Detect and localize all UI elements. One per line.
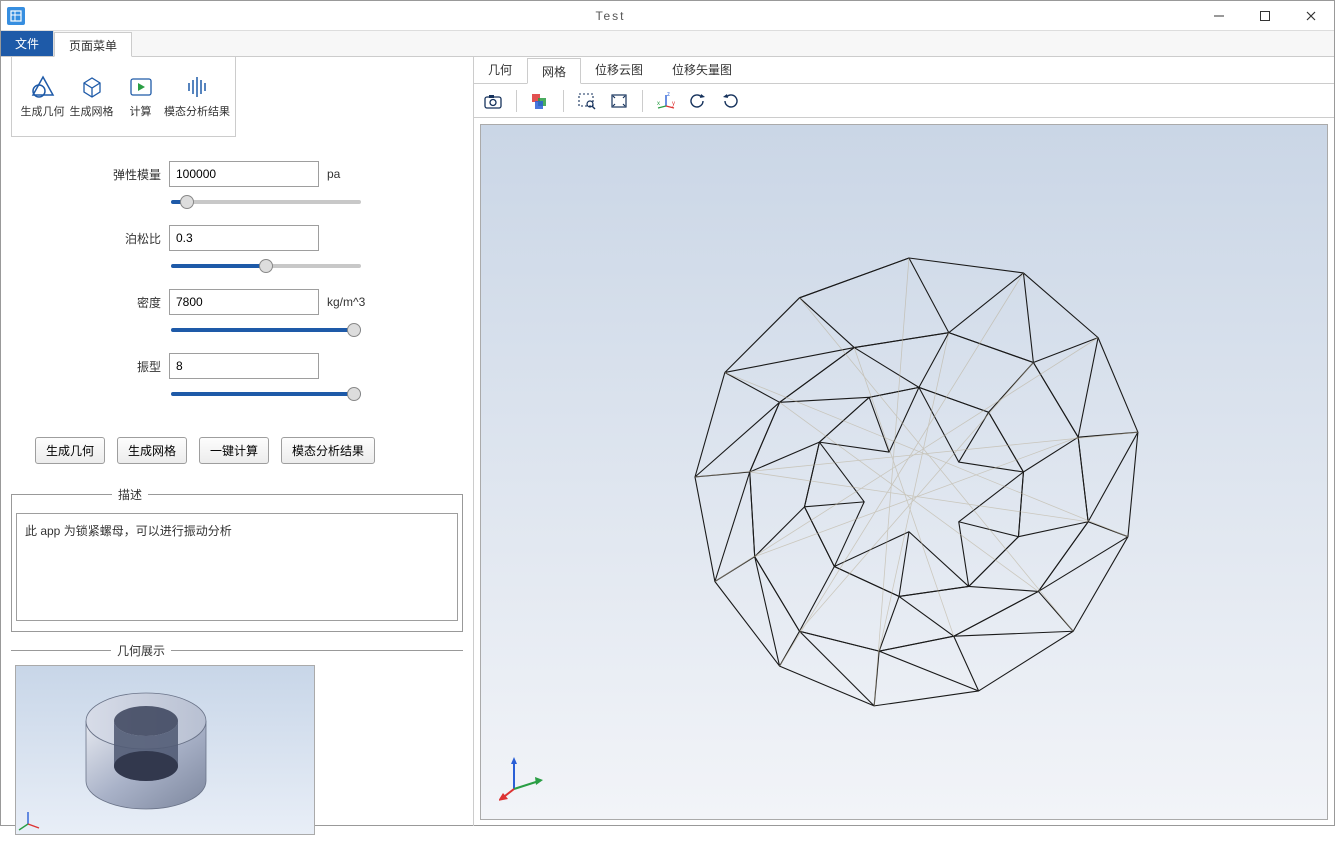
geom-icon (29, 75, 57, 99)
unit-density: kg/m^3 (327, 295, 365, 309)
view-toolbar: zy x (474, 84, 1334, 118)
param-row-density: 密度 kg/m^3 (11, 289, 463, 315)
slider-density[interactable] (171, 328, 361, 332)
slider-row-mode (11, 385, 463, 417)
minimize-button[interactable] (1196, 1, 1242, 31)
label-elastic: 弹性模量 (101, 166, 161, 183)
view-tabs: 几何 网格 位移云图 位移矢量图 (474, 57, 1334, 84)
svg-text:z: z (667, 92, 670, 98)
param-row-elastic: 弹性模量 pa (11, 161, 463, 187)
svg-text:x: x (657, 101, 660, 107)
description-text: 此 app 为锁紧螺母，可以进行振动分析 (16, 513, 458, 621)
svg-text:y: y (672, 101, 675, 107)
snapshot-icon[interactable] (482, 90, 504, 112)
view-tab-disp-cloud[interactable]: 位移云图 (581, 57, 658, 83)
view-tab-disp-vector[interactable]: 位移矢量图 (658, 57, 747, 83)
main: 生成几何 生成网格 计算 模态分析结果 弹性模量 pa (1, 57, 1334, 826)
ribbon-compute[interactable]: 计算 (116, 61, 165, 132)
compute-icon (127, 75, 155, 99)
button-row: 生成几何 生成网格 一键计算 模态分析结果 (11, 417, 463, 476)
axis-triad (499, 751, 549, 801)
ribbon-modal-result[interactable]: 模态分析结果 (165, 61, 229, 132)
label-poisson: 泊松比 (101, 230, 161, 247)
mesh-icon (78, 75, 106, 99)
menu-tab-file[interactable]: 文件 (1, 31, 54, 56)
slider-row-density (11, 321, 463, 353)
right-pane: 几何 网格 位移云图 位移矢量图 zy x (473, 57, 1334, 826)
rotate-ccw-icon[interactable] (687, 90, 709, 112)
ribbon: 生成几何 生成网格 计算 模态分析结果 (11, 57, 236, 137)
label-mode: 振型 (101, 358, 161, 375)
btn-gen-mesh[interactable]: 生成网格 (117, 437, 187, 464)
description-legend: 描述 (112, 486, 148, 503)
select-icon[interactable] (529, 90, 551, 112)
geom-preview-legend: 几何展示 (111, 642, 171, 659)
view-tab-geometry[interactable]: 几何 (474, 57, 527, 83)
window-title: Test (25, 9, 1196, 23)
axis-triad-icon[interactable]: zy x (655, 90, 677, 112)
zoom-box-icon[interactable] (576, 90, 598, 112)
description-fieldset: 描述 此 app 为锁紧螺母，可以进行振动分析 (11, 486, 463, 632)
menu-tabs: 文件 页面菜单 (1, 31, 1334, 57)
input-poisson[interactable] (169, 225, 319, 251)
close-button[interactable] (1288, 1, 1334, 31)
btn-gen-geom[interactable]: 生成几何 (35, 437, 105, 464)
ribbon-label: 生成网格 (70, 103, 114, 119)
window-controls (1196, 1, 1334, 31)
geom-preview-fieldset: 几何展示 (11, 642, 463, 841)
slider-row-elastic (11, 193, 463, 225)
menu-tab-page[interactable]: 页面菜单 (54, 32, 132, 57)
slider-row-poisson (11, 257, 463, 289)
geom-preview (15, 665, 315, 835)
ribbon-label: 计算 (130, 103, 152, 119)
ribbon-gen-mesh[interactable]: 生成网格 (67, 61, 116, 132)
param-row-mode: 振型 (11, 353, 463, 379)
viewport[interactable] (480, 124, 1328, 820)
left-pane: 生成几何 生成网格 计算 模态分析结果 弹性模量 pa (1, 57, 473, 826)
app-icon (7, 7, 25, 25)
modal-icon (183, 75, 211, 99)
label-density: 密度 (101, 294, 161, 311)
titlebar: Test (1, 1, 1334, 31)
slider-mode[interactable] (171, 392, 361, 396)
param-row-poisson: 泊松比 (11, 225, 463, 251)
unit-elastic: pa (327, 167, 340, 181)
maximize-button[interactable] (1242, 1, 1288, 31)
ribbon-label: 生成几何 (21, 103, 65, 119)
slider-poisson[interactable] (171, 264, 361, 268)
btn-one-key[interactable]: 一键计算 (199, 437, 269, 464)
btn-modal-result[interactable]: 模态分析结果 (281, 437, 375, 464)
zoom-extents-icon[interactable] (608, 90, 630, 112)
view-tab-mesh[interactable]: 网格 (527, 58, 581, 84)
param-block: 弹性模量 pa 泊松比 密度 kg/m^3 (11, 143, 463, 417)
slider-elastic[interactable] (171, 200, 361, 204)
input-density[interactable] (169, 289, 319, 315)
ring-geometry-icon (16, 666, 316, 836)
input-mode[interactable] (169, 353, 319, 379)
mesh-wireframe (481, 125, 1327, 819)
rotate-cw-icon[interactable] (719, 90, 741, 112)
ribbon-label: 模态分析结果 (164, 103, 230, 119)
ribbon-gen-geom[interactable]: 生成几何 (18, 61, 67, 132)
input-elastic[interactable] (169, 161, 319, 187)
